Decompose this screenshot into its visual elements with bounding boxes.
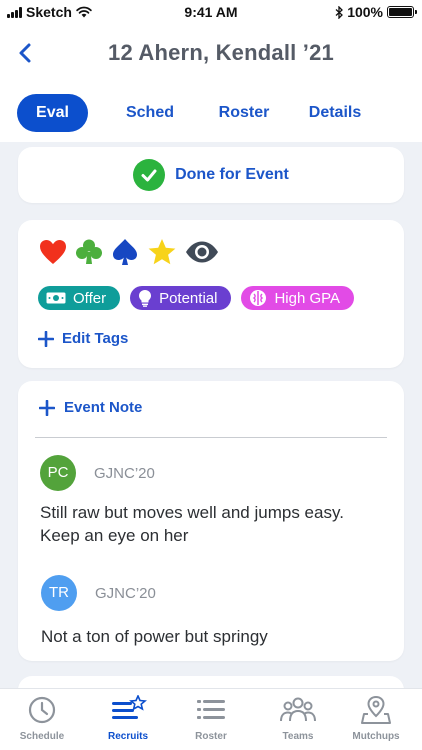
nav-roster[interactable]: Roster — [169, 695, 253, 742]
avatar: PC — [40, 455, 76, 491]
nav-mutchups[interactable]: Mutchups — [334, 695, 418, 742]
tag-pill-label: Potential — [159, 289, 218, 307]
nav-label: Teams — [282, 731, 314, 742]
clock-icon — [28, 696, 56, 724]
tab-details[interactable]: Details — [297, 94, 373, 132]
status-bar: Sketch 9:41 AM 100% — [0, 0, 422, 24]
status-right: 100% — [335, 4, 417, 20]
tag-icon-row — [39, 238, 219, 266]
plus-icon — [38, 330, 54, 347]
back-button[interactable] — [14, 40, 38, 66]
club-icon[interactable] — [75, 238, 103, 266]
tab-sched[interactable]: Sched — [112, 94, 188, 132]
note-source: GJNC’20 — [94, 464, 155, 482]
tags-card: Offer Potential High GPA Edit Tags — [18, 220, 404, 368]
bluetooth-icon — [335, 5, 344, 19]
list-star-icon — [112, 695, 147, 719]
tab-eval[interactable]: Eval — [17, 94, 88, 132]
battery-icon — [387, 6, 417, 18]
brain-icon — [250, 290, 267, 306]
note-header: PC GJNC’20 — [40, 455, 384, 491]
divider — [35, 437, 387, 438]
tag-pills: Offer Potential High GPA — [38, 286, 355, 310]
spade-icon[interactable] — [111, 238, 139, 266]
note-source: GJNC’20 — [95, 584, 156, 602]
done-for-event-button[interactable]: Done for Event — [18, 159, 404, 191]
note-item[interactable]: TR GJNC’20 Not a ton of power but spring… — [41, 575, 384, 648]
nav-recruits[interactable]: Recruits — [86, 695, 170, 742]
tag-pill-label: High GPA — [274, 289, 341, 307]
tag-pill-high-gpa[interactable]: High GPA — [241, 286, 355, 310]
tag-pill-potential[interactable]: Potential — [130, 286, 232, 310]
done-for-event-card[interactable]: Done for Event — [18, 147, 404, 203]
chevron-left-icon — [19, 43, 31, 63]
avatar: TR — [41, 575, 77, 611]
nav-schedule[interactable]: Schedule — [0, 695, 84, 742]
event-note-label: Event Note — [64, 399, 143, 416]
notes-card: Event Note PC GJNC’20 Still raw but move… — [18, 381, 404, 661]
note-item[interactable]: PC GJNC’20 Still raw but moves well and … — [40, 455, 384, 547]
tab-roster[interactable]: Roster — [206, 94, 282, 132]
edit-tags-label: Edit Tags — [62, 330, 129, 347]
tag-pill-label: Offer — [73, 289, 107, 307]
note-text: Not a ton of power but springy — [41, 627, 268, 646]
people-icon — [280, 697, 316, 722]
eye-icon[interactable] — [185, 240, 219, 264]
note-text: Still raw but moves well and jumps easy.… — [40, 503, 344, 545]
nav-header: 12 Ahern, Kendall ’21 — [0, 24, 422, 86]
money-icon — [46, 292, 66, 304]
bottom-tab-bar: Schedule Recruits Roster Teams Mutchups — [0, 688, 422, 750]
done-for-event-label: Done for Event — [175, 166, 289, 183]
check-circle-icon — [133, 159, 166, 191]
tag-pill-offer[interactable]: Offer — [38, 286, 121, 310]
note-header: TR GJNC’20 — [41, 575, 384, 611]
heart-icon[interactable] — [39, 239, 67, 265]
list-icon — [197, 700, 225, 719]
edit-tags-button[interactable]: Edit Tags — [38, 330, 128, 347]
segment-tabs: Eval Sched Roster Details — [0, 86, 422, 142]
event-note-button[interactable]: Event Note — [39, 399, 142, 416]
star-icon[interactable] — [147, 238, 177, 266]
nav-label: Recruits — [107, 731, 148, 742]
map-pin-icon — [361, 695, 391, 724]
nav-label: Roster — [195, 731, 227, 742]
page-title: 12 Ahern, Kendall ’21 — [108, 40, 334, 65]
lightbulb-icon — [139, 290, 152, 307]
nav-teams[interactable]: Teams — [256, 695, 340, 742]
nav-label: Schedule — [19, 731, 65, 742]
plus-icon — [39, 399, 55, 416]
nav-label: Mutchups — [352, 731, 400, 742]
battery-percent: 100% — [347, 4, 383, 20]
